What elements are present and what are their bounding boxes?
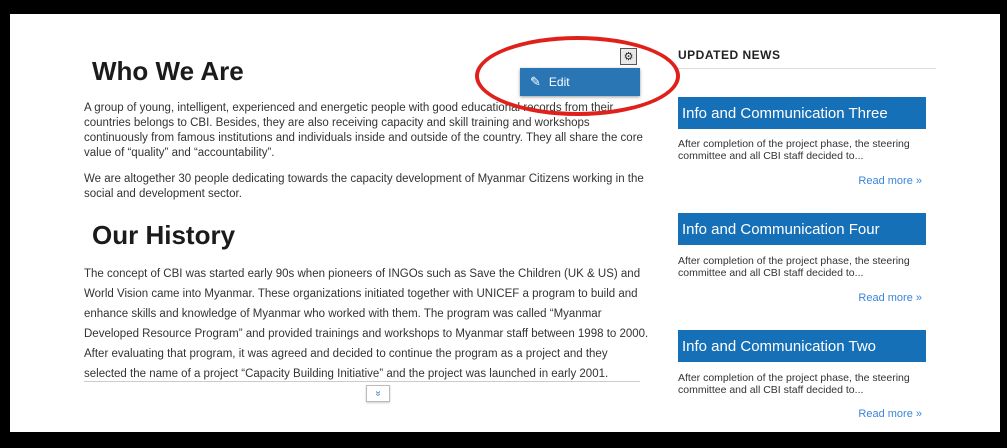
- gear-icon: ⚙: [623, 51, 634, 63]
- news-item-title[interactable]: Info and Communication Three: [678, 97, 926, 129]
- page-frame: Who We Are A group of young, intelligent…: [10, 14, 1000, 432]
- our-history-paragraph: The concept of CBI was started early 90s…: [84, 268, 649, 380]
- news-item-excerpt: After completion of the project phase, t…: [678, 372, 910, 396]
- who-we-are-paragraph-2: We are altogether 30 people dedicating t…: [84, 173, 644, 200]
- news-divider: [678, 68, 936, 69]
- who-we-are-paragraph-1: A group of young, intelligent, experienc…: [84, 102, 643, 159]
- edit-label: Edit: [548, 75, 570, 89]
- content-divider: [84, 381, 640, 382]
- news-item-excerpt: After completion of the project phase, t…: [678, 138, 910, 162]
- edit-menu-item[interactable]: ✎ Edit: [520, 68, 640, 96]
- read-more-link[interactable]: Read more »: [810, 292, 922, 304]
- edit-icon: ✎: [530, 74, 541, 89]
- expand-button[interactable]: »: [366, 385, 390, 402]
- news-item-excerpt: After completion of the project phase, t…: [678, 255, 910, 279]
- news-item-title[interactable]: Info and Communication Two: [678, 330, 926, 362]
- updated-news-heading: UPDATED NEWS: [678, 48, 781, 62]
- module-settings-button[interactable]: ⚙: [620, 48, 637, 65]
- read-more-link[interactable]: Read more »: [810, 175, 922, 187]
- who-we-are-heading: Who We Are: [92, 56, 244, 86]
- our-history-heading: Our History: [92, 220, 236, 250]
- read-more-link[interactable]: Read more »: [810, 408, 922, 420]
- double-chevron-down-icon: »: [372, 390, 384, 397]
- news-item-title[interactable]: Info and Communication Four: [678, 213, 926, 245]
